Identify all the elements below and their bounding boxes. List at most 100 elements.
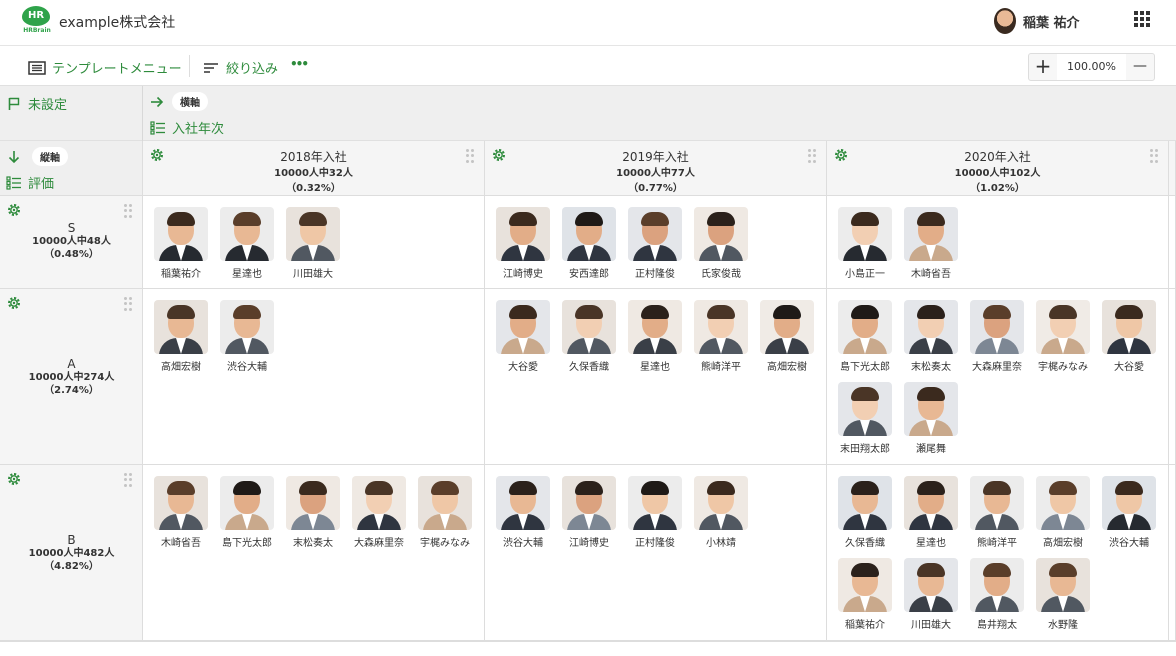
- employee-card[interactable]: 正村隆俊: [627, 476, 683, 552]
- employee-photo: [904, 207, 958, 261]
- axis-settings: 未設定 横軸 入社年次: [0, 85, 1176, 142]
- column-header: 2018年入社 10000人中32人 （0.32%）: [143, 141, 485, 196]
- employee-photo: [904, 558, 958, 612]
- gear-icon[interactable]: [6, 202, 22, 218]
- employee-name: 瀬尾舞: [916, 444, 946, 455]
- drag-handle-icon[interactable]: [466, 149, 474, 163]
- column-header: 2020年入社 10000人中102人 （1.02%）: [827, 141, 1169, 196]
- employee-card[interactable]: 氏家俊哉: [693, 207, 749, 283]
- arrow-right-icon: [151, 96, 164, 107]
- template-menu-button[interactable]: テンプレートメニュー: [28, 58, 182, 77]
- employee-card[interactable]: 島下光太郎: [837, 300, 893, 376]
- employee-card[interactable]: 稲葉祐介: [153, 207, 209, 283]
- employee-photo: [220, 476, 274, 530]
- employee-card[interactable]: 高畑宏樹: [153, 300, 209, 376]
- employee-card[interactable]: 瀬尾舞: [903, 382, 959, 458]
- drag-handle-icon[interactable]: [1150, 149, 1158, 163]
- employee-name: 熊崎洋平: [977, 538, 1017, 549]
- employee-card[interactable]: 久保香織: [837, 476, 893, 552]
- employee-name: 久保香織: [569, 362, 609, 373]
- employee-photo: [970, 476, 1024, 530]
- employee-card[interactable]: 大谷愛: [495, 300, 551, 376]
- employee-card[interactable]: 小林靖: [693, 476, 749, 552]
- employee-card[interactable]: 稲葉祐介: [837, 558, 893, 634]
- matrix-cell-partial: [1169, 196, 1176, 289]
- drag-handle-icon[interactable]: [124, 204, 132, 218]
- zoom-value: 100.00%: [1057, 54, 1126, 80]
- employee-name: 江崎博史: [503, 269, 543, 280]
- employee-card[interactable]: 島井翔太: [969, 558, 1025, 634]
- horizontal-axis-pill: 横軸: [172, 92, 208, 111]
- hrbrain-logo[interactable]: HR HRBrain: [20, 6, 54, 36]
- employee-name: 稲葉祐介: [161, 269, 201, 280]
- employee-card[interactable]: 高畑宏樹: [1035, 476, 1091, 552]
- employee-card[interactable]: 正村隆俊: [627, 207, 683, 283]
- employee-name: 高畑宏樹: [767, 362, 807, 373]
- gear-icon[interactable]: [833, 147, 849, 163]
- employee-card[interactable]: 木崎省吾: [153, 476, 209, 552]
- gear-icon[interactable]: [6, 471, 22, 487]
- employee-card[interactable]: 渋谷大輔: [1101, 476, 1157, 552]
- drag-handle-icon[interactable]: [124, 473, 132, 487]
- employee-card[interactable]: 大谷愛: [1101, 300, 1157, 376]
- employee-card[interactable]: 江崎博史: [495, 207, 551, 283]
- employee-card[interactable]: 久保香織: [561, 300, 617, 376]
- employee-card[interactable]: 安西達郎: [561, 207, 617, 283]
- arrow-down-icon: [8, 150, 20, 163]
- drag-handle-icon[interactable]: [124, 297, 132, 311]
- employee-card[interactable]: 川田雄大: [285, 207, 341, 283]
- matrix-cell-partial: [1169, 289, 1176, 465]
- filter-button[interactable]: 絞り込み: [203, 58, 278, 77]
- more-options-button[interactable]: •••: [290, 57, 309, 71]
- vertical-axis-field[interactable]: 評価: [6, 173, 54, 192]
- matrix-grid: 縦軸 評価 2018年入社 10000人中32人 （0.32%） 2019年入社 100…: [0, 141, 1176, 656]
- employee-name: 末松奏太: [911, 362, 951, 373]
- employee-card[interactable]: 渋谷大輔: [219, 300, 275, 376]
- employee-card[interactable]: 星達也: [219, 207, 275, 283]
- employee-card[interactable]: 大森麻里奈: [351, 476, 407, 552]
- zoom-out-button[interactable]: —: [1126, 54, 1154, 80]
- employee-card[interactable]: 末松奏太: [903, 300, 959, 376]
- drag-handle-icon[interactable]: [808, 149, 816, 163]
- toolbar-divider: [189, 55, 190, 77]
- unset-axis-item[interactable]: 未設定: [8, 94, 67, 113]
- employee-name: 安西達郎: [569, 269, 609, 280]
- employee-card[interactable]: 熊崎洋平: [693, 300, 749, 376]
- gear-icon[interactable]: [6, 295, 22, 311]
- employee-card[interactable]: 水野隆: [1035, 558, 1091, 634]
- employee-card[interactable]: 渋谷大輔: [495, 476, 551, 552]
- employee-card[interactable]: 星達也: [627, 300, 683, 376]
- column-count: 10000人中77人: [616, 168, 695, 179]
- employee-card[interactable]: 江崎博史: [561, 476, 617, 552]
- gear-icon[interactable]: [149, 147, 165, 163]
- vertical-axis-pill: 縦軸: [32, 147, 68, 166]
- gear-icon[interactable]: [491, 147, 507, 163]
- employee-card[interactable]: 川田雄大: [903, 558, 959, 634]
- employee-name: 小島正一: [845, 269, 885, 280]
- employee-name: 大森麻里奈: [354, 538, 404, 549]
- employee-card[interactable]: 島下光太郎: [219, 476, 275, 552]
- employee-card[interactable]: 末松奏太: [285, 476, 341, 552]
- user-avatar[interactable]: [994, 8, 1016, 34]
- employee-photo: [496, 207, 550, 261]
- column-percentage: （0.77%）: [628, 183, 683, 194]
- employee-card[interactable]: 熊崎洋平: [969, 476, 1025, 552]
- employee-card[interactable]: 末田翔太郎: [837, 382, 893, 458]
- employee-card[interactable]: 星達也: [903, 476, 959, 552]
- user-name[interactable]: 稲葉 祐介: [1023, 12, 1080, 31]
- zoom-in-button[interactable]: +: [1029, 54, 1057, 80]
- employee-card[interactable]: 大森麻里奈: [969, 300, 1025, 376]
- app-grid-icon[interactable]: [1134, 11, 1150, 27]
- column-count: 10000人中32人: [274, 168, 353, 179]
- employee-photo: [220, 207, 274, 261]
- employee-card[interactable]: 高畑宏樹: [759, 300, 815, 376]
- employee-photo: [496, 476, 550, 530]
- employee-card[interactable]: 宇梶みなみ: [417, 476, 473, 552]
- top-header: HR HRBrain example株式会社 稲葉 祐介: [0, 0, 1176, 46]
- horizontal-axis-field[interactable]: 入社年次: [150, 118, 224, 137]
- employee-card[interactable]: 小島正一: [837, 207, 893, 283]
- employee-card[interactable]: 木崎省吾: [903, 207, 959, 283]
- employee-card[interactable]: 宇梶みなみ: [1035, 300, 1091, 376]
- row-header: S 10000人中48人 （0.48%）: [0, 196, 143, 289]
- employee-photo: [286, 476, 340, 530]
